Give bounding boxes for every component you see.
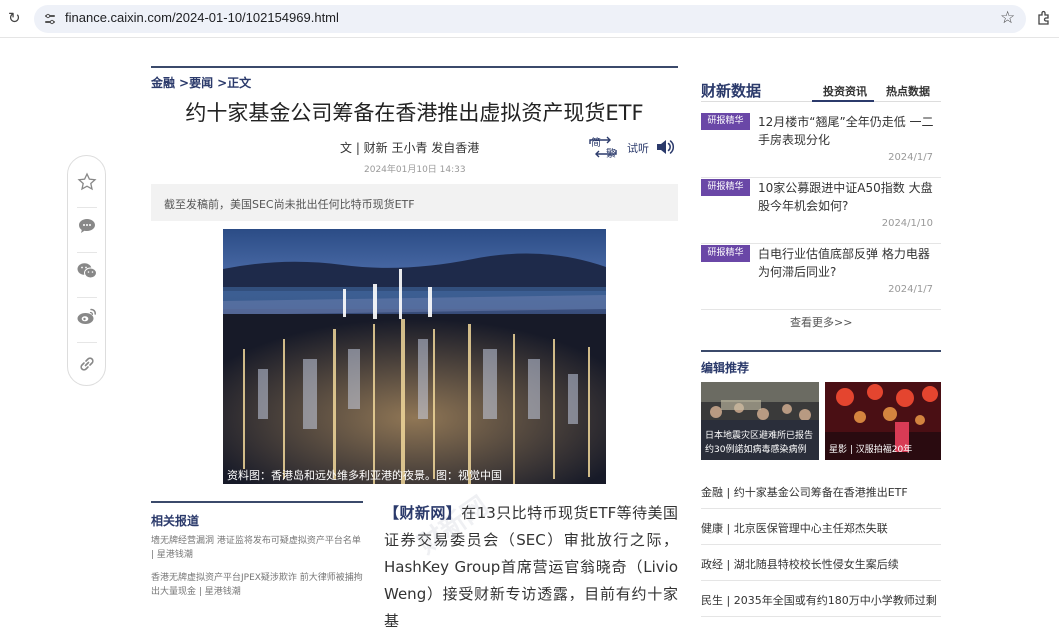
bookmark-star-icon[interactable]: ☆ <box>1000 8 1015 28</box>
share-toolbar <box>67 155 106 386</box>
report-item[interactable]: 研报精华 10家公募跟进中证A50指数 大盘股今年机会如何? 2024/1/10 <box>701 176 941 244</box>
simplified-traditional-toggle[interactable]: 简 繁 <box>588 136 618 160</box>
news-title[interactable]: 政经 | 湖北随县特校校长性侵女生案后续 <box>701 556 899 572</box>
breadcrumb-item[interactable]: 金融 <box>151 76 175 90</box>
news-item[interactable]: 健康 | 北京医保管理中心主任郑杰失联 <box>701 509 941 545</box>
news-item[interactable]: 民生 | 2035年全国或有约180万中小学教师过剩 <box>701 581 941 617</box>
news-title[interactable]: 民生 | 2035年全国或有约180万中小学教师过剩 <box>701 592 937 608</box>
speaker-icon[interactable] <box>655 138 675 156</box>
tab-investment-info[interactable]: 投资资讯 <box>823 83 867 99</box>
news-title[interactable]: 金融 | 约十家基金公司筹备在香港推出ETF <box>701 484 908 500</box>
report-title[interactable]: 10家公募跟进中证A50指数 大盘股今年机会如何? <box>758 179 938 215</box>
news-item[interactable]: 政经 | 湖北随县特校校长性侵女生案后续 <box>701 545 941 581</box>
breadcrumb-item[interactable]: >要闻 <box>179 76 213 90</box>
simplified-label: 简 <box>591 138 601 149</box>
article-photo: 资料图：香港岛和远处维多利亚港的夜景。图：视觉中国 <box>223 229 606 484</box>
related-item[interactable]: 香港无牌虚拟资产平台JPEX疑涉欺诈 前大律师被捕拘出大量现金 | 星港钱潮 <box>151 571 366 599</box>
editor-pick-thumb[interactable]: 星影 | 汉服拍福20年 <box>825 382 941 460</box>
tab-hot-data[interactable]: 热点数据 <box>886 83 930 99</box>
tab-active-indicator <box>812 100 874 102</box>
news-title[interactable]: 健康 | 北京医保管理中心主任郑杰失联 <box>701 520 888 536</box>
report-date: 2024/1/10 <box>881 218 933 229</box>
editor-picks-title: 编辑推荐 <box>701 361 750 375</box>
site-info-icon[interactable] <box>44 13 56 25</box>
related-item[interactable]: 墙无牌经营漏洞 港证监将发布可疑虚拟资产平台名单 | 星港钱潮 <box>151 534 366 562</box>
wechat-icon[interactable] <box>68 249 105 293</box>
article-title: 约十家基金公司筹备在香港推出虚拟资产现货ETF <box>185 101 644 125</box>
weibo-icon[interactable] <box>68 294 105 338</box>
listen-label[interactable]: 试听 <box>627 140 649 156</box>
report-badge: 研报精华 <box>701 245 750 262</box>
breadcrumb-item: >正文 <box>217 76 252 90</box>
report-badge: 研报精华 <box>701 179 750 196</box>
report-title[interactable]: 白电行业估值底部反弹 格力电器为何滞后同业? <box>758 245 938 281</box>
breadcrumb: 金融 >要闻 >正文 <box>151 74 255 91</box>
related-rule <box>151 501 363 503</box>
report-item[interactable]: 研报精华 12月楼市“翘尾”全年仍走低 一二手房表现分化 2024/1/7 <box>701 110 941 178</box>
article-byline: 文 | 财新 王小青 发自香港 <box>340 141 480 155</box>
report-date: 2024/1/7 <box>888 152 933 163</box>
thumb-caption: 日本地震灾区避难所已报告约30例諾如病毒感染病例 <box>705 431 814 455</box>
summary-text: 截至发稿前，美国SEC尚未批出任何比特币现货ETF <box>164 198 415 211</box>
browser-toolbar: ↻ finance.caixin.com/2024-01-10/10215496… <box>0 0 1059 38</box>
photo-caption: 资料图：香港岛和远处维多利亚港的夜景。图：视觉中国 <box>227 469 502 482</box>
news-item[interactable]: 金融 | 约十家基金公司筹备在香港推出ETF <box>701 473 941 509</box>
editor-pick-thumb[interactable]: 日本地震灾区避难所已报告约30例諾如病毒感染病例 <box>701 382 819 460</box>
report-date: 2024/1/7 <box>888 284 933 295</box>
address-bar[interactable]: finance.caixin.com/2024-01-10/102154969.… <box>34 5 1026 33</box>
view-more-link[interactable]: 查看更多>> <box>790 314 852 330</box>
comment-icon[interactable] <box>68 204 105 248</box>
article-date: 2024年01月10日 14:33 <box>364 165 466 175</box>
header-rule <box>151 66 678 68</box>
url-text[interactable]: finance.caixin.com/2024-01-10/102154969.… <box>65 10 339 25</box>
traditional-label: 繁 <box>606 149 616 160</box>
report-item[interactable]: 研报精华 白电行业估值底部反弹 格力电器为何滞后同业? 2024/1/7 <box>701 242 941 310</box>
related-title: 相关报道 <box>151 514 200 528</box>
sidebar-heading: 财新数据 <box>701 82 762 100</box>
favorite-star-icon[interactable] <box>68 160 105 204</box>
reload-icon[interactable]: ↻ <box>8 10 24 26</box>
link-icon[interactable] <box>68 342 105 386</box>
editor-rule <box>701 350 941 352</box>
article-summary: 截至发稿前，美国SEC尚未批出任何比特币现货ETF <box>151 184 678 221</box>
extensions-icon[interactable] <box>1036 10 1052 26</box>
hong-kong-night-photo <box>223 229 606 484</box>
thumb-caption: 星影 | 汉服拍福20年 <box>829 445 913 455</box>
report-title[interactable]: 12月楼市“翘尾”全年仍走低 一二手房表现分化 <box>758 113 938 149</box>
report-badge: 研报精华 <box>701 113 750 130</box>
